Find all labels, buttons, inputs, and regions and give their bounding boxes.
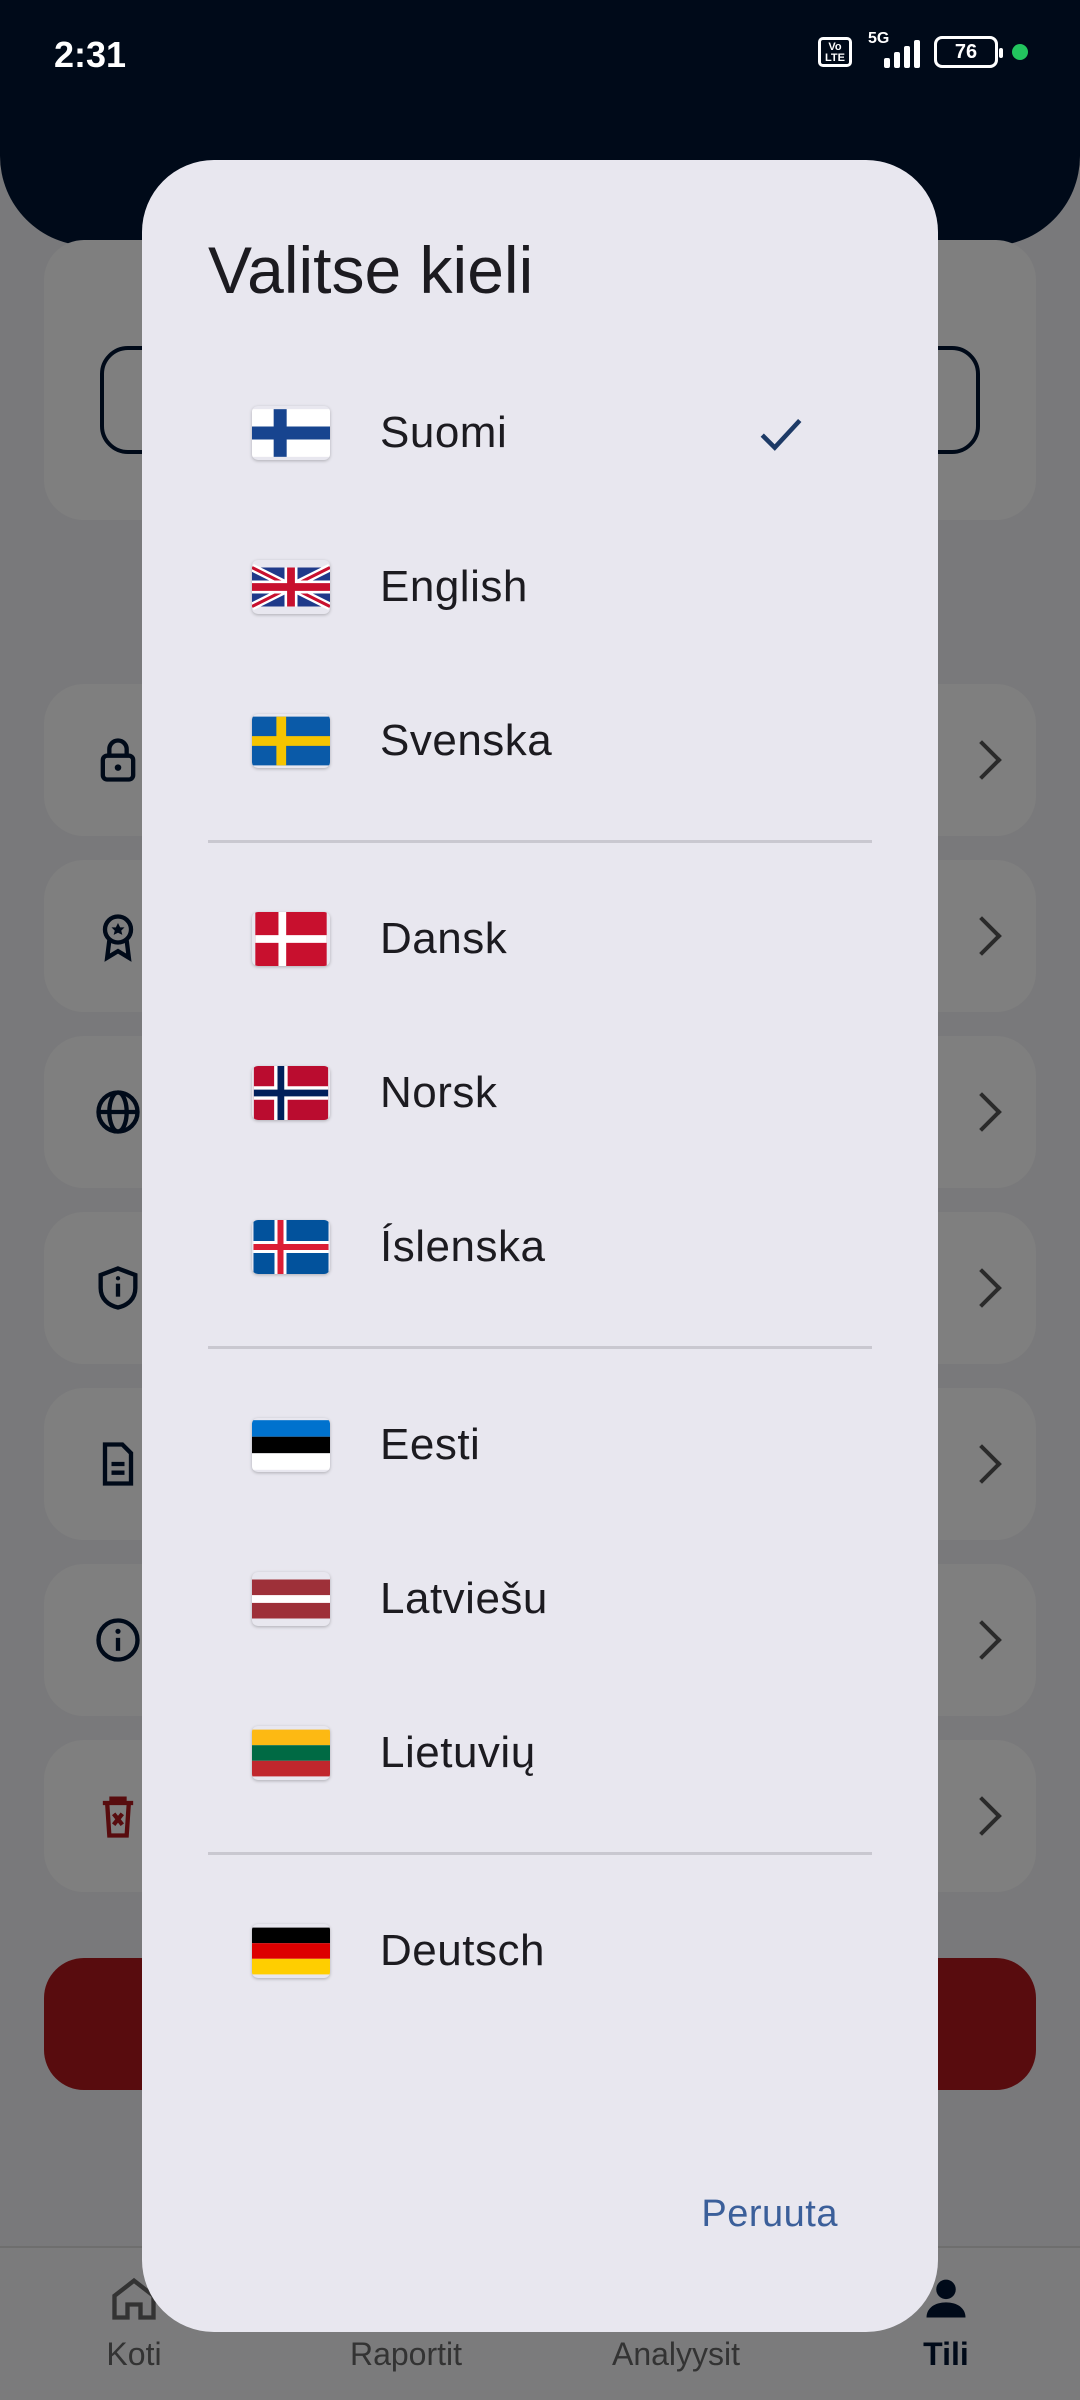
iceland-flag-icon xyxy=(252,1220,330,1274)
network-type: 5G xyxy=(868,30,890,47)
language-option-english[interactable]: English xyxy=(208,512,872,662)
volte-icon: Vo LTE xyxy=(818,37,852,67)
language-option-islenska[interactable]: Íslenska xyxy=(208,1172,872,1322)
status-time: 2:31 xyxy=(54,34,127,75)
sweden-flag-icon xyxy=(252,714,330,768)
denmark-flag-icon xyxy=(252,912,330,966)
language-label: English xyxy=(380,562,528,611)
language-option-lietuviu[interactable]: Lietuvių xyxy=(208,1678,872,1828)
latvia-flag-icon xyxy=(252,1572,330,1626)
language-label: Svenska xyxy=(380,716,553,765)
language-label: Eesti xyxy=(380,1420,481,1469)
language-option-suomi[interactable]: Suomi xyxy=(208,358,872,508)
status-icons: Vo LTE 5G 76 xyxy=(818,30,1028,68)
language-label: Lietuvių xyxy=(380,1728,536,1777)
divider xyxy=(208,840,872,843)
language-label: Dansk xyxy=(380,914,508,963)
cancel-button[interactable]: Peruuta xyxy=(701,2174,838,2254)
uk-flag-icon xyxy=(252,560,330,614)
divider xyxy=(208,1852,872,1855)
lithuania-flag-icon xyxy=(252,1726,330,1780)
checkmark-icon xyxy=(760,418,802,451)
language-option-dansk[interactable]: Dansk xyxy=(208,864,872,1014)
status-bar: 2:31 Vo LTE 5G 76 xyxy=(0,0,1080,110)
dialog-title: Valitse kieli xyxy=(208,233,534,307)
language-label: Suomi xyxy=(380,408,508,457)
language-label: Latviešu xyxy=(380,1574,548,1623)
germany-flag-icon xyxy=(252,1924,330,1978)
privacy-indicator-dot xyxy=(1012,44,1028,60)
language-option-norsk[interactable]: Norsk xyxy=(208,1018,872,1168)
estonia-flag-icon xyxy=(252,1418,330,1472)
language-option-latviesu[interactable]: Latviešu xyxy=(208,1524,872,1674)
finland-flag-icon xyxy=(252,406,330,460)
battery-icon: 76 xyxy=(934,36,1003,68)
language-label: Deutsch xyxy=(380,1926,545,1975)
language-dialog: Valitse kieli Suomi English Svenska Dans… xyxy=(142,160,938,2332)
language-option-eesti[interactable]: Eesti xyxy=(208,1370,872,1520)
language-option-svenska[interactable]: Svenska xyxy=(208,666,872,816)
language-option-deutsch[interactable]: Deutsch xyxy=(208,1876,872,2026)
language-label: Íslenska xyxy=(380,1222,546,1271)
language-label: Norsk xyxy=(380,1068,498,1117)
signal-icon: 5G xyxy=(866,30,920,68)
divider xyxy=(208,1346,872,1349)
norway-flag-icon xyxy=(252,1066,330,1120)
